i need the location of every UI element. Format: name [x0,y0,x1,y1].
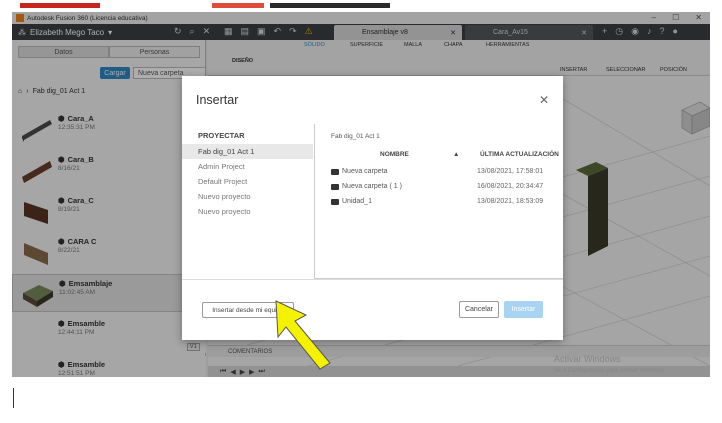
project-list: Fab dig_01 Act 1 Admin Project Default P… [182,144,313,219]
table-row[interactable]: Nueva carpeta 13/08/2021, 17:58:01 [315,165,564,180]
project-item[interactable]: Nuevo proyecto [182,189,313,204]
insert-button[interactable]: Insertar [504,301,543,318]
folder-icon [331,183,339,190]
cancel-button[interactable]: Cancelar [459,301,499,318]
current-path: Fab dig_01 Act 1 [331,133,380,140]
close-icon[interactable]: ✕ [539,93,549,107]
table-row[interactable]: Unidad_1 13/08/2021, 18:53:09 [315,195,564,210]
dialog-title: Insertar [196,93,239,107]
updated-column-header[interactable]: ÚLTIMA ACTUALIZACIÓN [480,151,559,158]
arrow-annotation-icon [275,300,331,370]
column-header: NOMBRE ▲ ÚLTIMA ACTUALIZACIÓN [315,147,564,161]
folder-name: Nueva carpeta [342,168,388,175]
folder-updated: 16/08/2021, 20:34:47 [477,183,544,190]
project-item[interactable]: Default Project [182,174,313,189]
project-item[interactable]: Nuevo proyecto [182,204,313,219]
insert-dialog: Insertar ✕ PROYECTAR Fab dig_01 Act 1 Ad… [182,76,563,340]
folder-browser: Fab dig_01 Act 1 NOMBRE ▲ ÚLTIMA ACTUALI… [314,124,563,279]
text-cursor [13,388,14,408]
folder-updated: 13/08/2021, 17:58:01 [477,168,544,175]
project-item[interactable]: Admin Project [182,159,313,174]
header-strip-right [270,3,390,8]
name-column-header[interactable]: NOMBRE [380,151,409,158]
sort-asc-icon[interactable]: ▲ [453,151,459,158]
folder-name: Unidad_1 [342,198,372,205]
header-strip-mid [212,3,264,8]
folder-icon [331,168,339,175]
folder-icon [331,198,339,205]
project-item[interactable]: Fab dig_01 Act 1 [182,144,313,159]
folder-updated: 13/08/2021, 18:53:09 [477,198,544,205]
projects-header: PROYECTAR [198,131,245,140]
header-strip-left [20,3,100,8]
folder-name: Nueva carpeta ( 1 ) [342,183,402,190]
table-row[interactable]: Nueva carpeta ( 1 ) 16/08/2021, 20:34:47 [315,180,564,195]
fusion-window: Autodesk Fusion 360 (Licencia educativa)… [12,12,710,377]
